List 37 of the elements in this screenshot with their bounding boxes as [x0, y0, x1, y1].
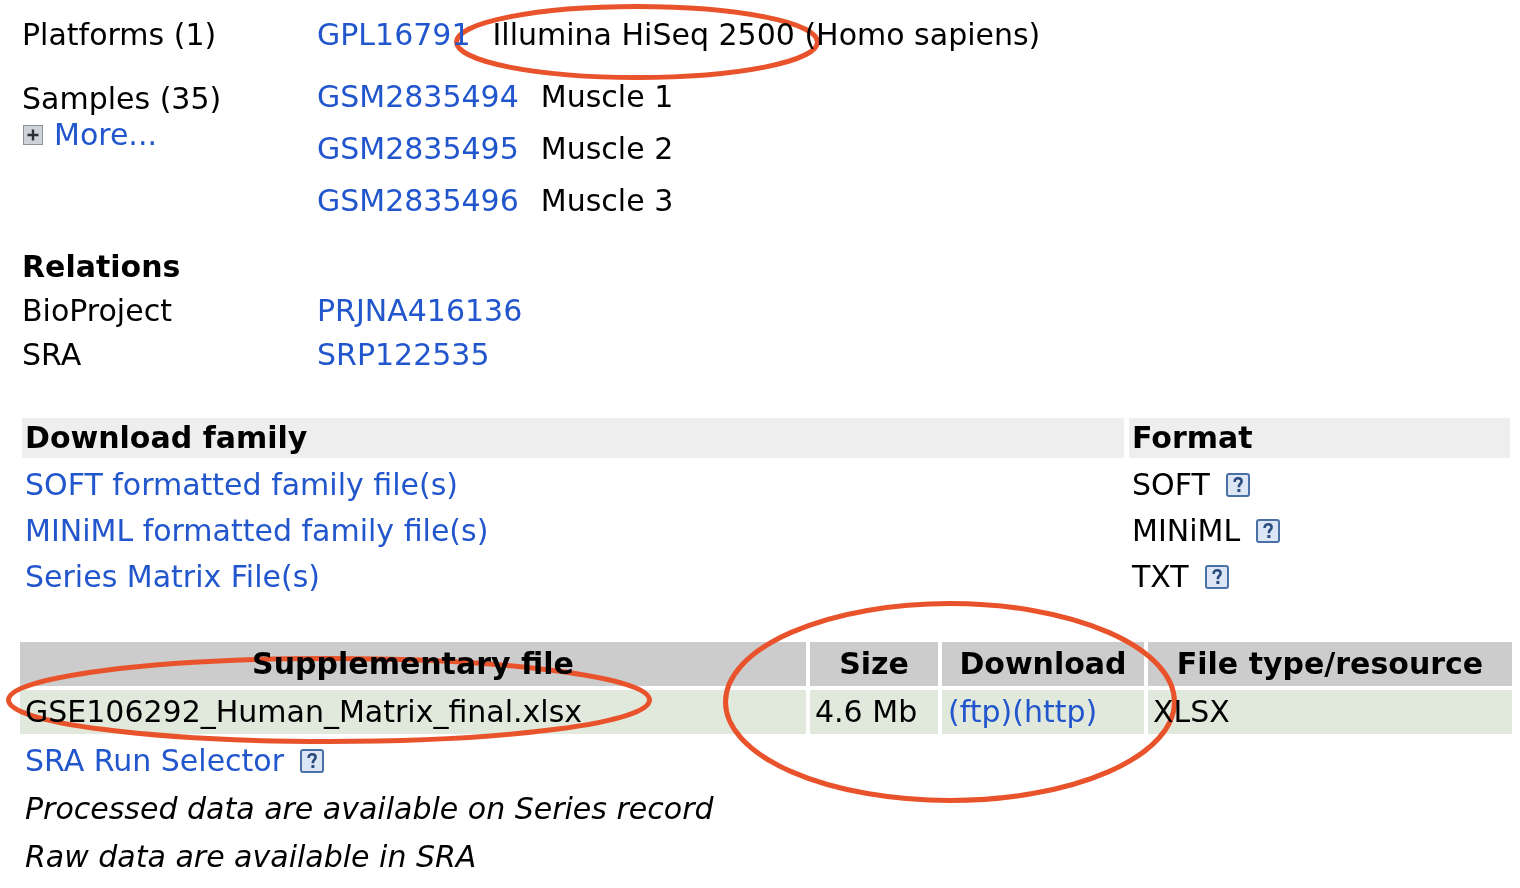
relation-link[interactable]: PRJNA416136	[317, 293, 523, 328]
sample-link[interactable]: GSM2835495	[317, 123, 519, 175]
format-label: SOFT	[1132, 466, 1210, 504]
expand-plus-icon	[23, 125, 43, 145]
section-heading: Relations	[22, 248, 181, 286]
column-header: Download	[942, 642, 1144, 686]
help-icon[interactable]	[300, 749, 325, 773]
help-icon[interactable]	[1225, 473, 1250, 497]
format-label: TXT	[1132, 558, 1189, 596]
file-link[interactable]: Series Matrix File(s)	[25, 554, 321, 600]
sample-link[interactable]: GSM2835496	[317, 175, 519, 227]
note-text: Raw data are available in SRA	[24, 838, 477, 876]
note-text: Processed data are available on Series record	[24, 790, 714, 828]
table-cell: 4.6 Mb	[810, 690, 938, 734]
relation-label: SRA	[22, 336, 83, 374]
column-header: Download family	[22, 418, 1124, 458]
field-label: Platforms (1)	[22, 16, 218, 54]
download-link[interactable]: (ftp)	[948, 690, 1013, 734]
column-header: Size	[810, 642, 938, 686]
field-label: Samples (35)	[22, 81, 222, 117]
run-selector-link[interactable]: SRA Run Selector	[25, 744, 285, 778]
file-link[interactable]: MINiML formatted family file(s)	[25, 508, 489, 554]
file-link[interactable]: SOFT formatted family file(s)	[25, 462, 458, 508]
format-label: MINiML	[1132, 512, 1241, 550]
table-cell: GSE106292_Human_Matrix_final.xlsx	[20, 690, 806, 734]
sample-title: Muscle 2	[540, 130, 674, 168]
sample-title: Muscle 1	[540, 78, 674, 116]
help-icon[interactable]	[1256, 519, 1281, 543]
sample-link[interactable]: GSM2835494	[317, 71, 519, 123]
column-header: Format	[1129, 418, 1510, 458]
more-link[interactable]: More...	[23, 117, 157, 153]
column-header: File type/resource	[1148, 642, 1512, 686]
relation-label: BioProject	[22, 292, 173, 330]
relation-link[interactable]: SRP122535	[317, 337, 490, 372]
download-link[interactable]: (http)	[1012, 690, 1098, 734]
sample-title: Muscle 3	[540, 182, 674, 220]
help-icon[interactable]	[1204, 565, 1229, 589]
